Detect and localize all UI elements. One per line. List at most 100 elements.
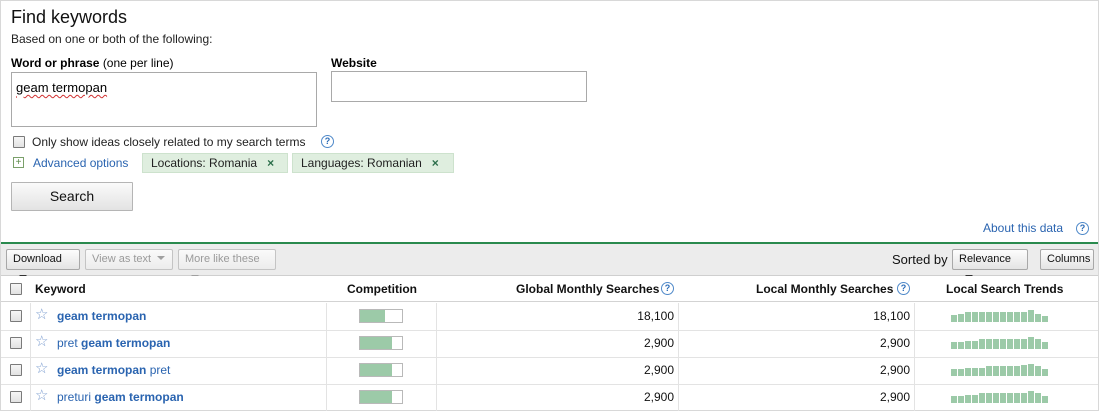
- trend-bar: [1014, 339, 1020, 349]
- global-monthly-searches: 2,900: [643, 390, 674, 404]
- website-input[interactable]: [331, 71, 587, 102]
- keyword-link[interactable]: pret geam termopan: [57, 336, 170, 350]
- view-as-text-button[interactable]: View as text: [85, 249, 173, 270]
- view-as-text-label: View as text: [92, 253, 152, 265]
- star-outline-icon[interactable]: ☆: [35, 359, 48, 377]
- trend-bar: [1000, 366, 1006, 376]
- local-search-trend-chart: [951, 364, 1051, 376]
- competition-fill: [360, 310, 385, 322]
- only-related-checkbox[interactable]: [13, 136, 25, 148]
- trend-bar: [979, 312, 985, 322]
- keyword-suffix: pret: [146, 363, 171, 377]
- column-header-local-trends[interactable]: Local Search Trends: [946, 282, 1063, 296]
- competition-bar: [359, 309, 403, 323]
- keyword-textarea[interactable]: geam termopan: [11, 72, 317, 127]
- trend-bar: [1021, 312, 1027, 322]
- help-icon[interactable]: ?: [1076, 222, 1089, 235]
- row-divider: [1, 384, 1098, 385]
- keyword-link[interactable]: geam termopan pret: [57, 363, 170, 377]
- trend-bar: [993, 393, 999, 403]
- sort-select[interactable]: Relevance: [952, 249, 1028, 279]
- filter-pill-language: Languages: Romanian ×: [292, 153, 454, 173]
- column-header-competition[interactable]: Competition: [347, 282, 417, 296]
- local-search-trend-chart: [951, 337, 1051, 349]
- trend-bar: [993, 312, 999, 322]
- chevron-down-icon: [157, 256, 166, 260]
- trend-bar: [993, 339, 999, 349]
- global-monthly-searches: 2,900: [643, 363, 674, 377]
- columns-button[interactable]: Columns: [1040, 249, 1094, 270]
- trend-bar: [1000, 339, 1006, 349]
- row-checkbox[interactable]: [10, 337, 22, 349]
- global-monthly-searches: 2,900: [643, 336, 674, 350]
- word-phrase-label: Word or phrase (one per line): [11, 56, 174, 70]
- competition-fill: [360, 391, 392, 403]
- trend-bar: [1007, 339, 1013, 349]
- trend-bar: [1014, 312, 1020, 322]
- page-subtitle: Based on one or both of the following:: [11, 32, 213, 46]
- trend-bar: [965, 395, 971, 403]
- trend-bar: [1014, 393, 1020, 403]
- search-button[interactable]: Search: [11, 182, 133, 211]
- keyword-match: geam termopan: [57, 363, 147, 377]
- more-like-these-button[interactable]: More like these: [178, 249, 276, 279]
- local-monthly-searches: 18,100: [873, 309, 910, 323]
- more-like-these-label: More like these: [185, 253, 260, 265]
- row-checkbox[interactable]: [10, 364, 22, 376]
- trend-bar: [1007, 393, 1013, 403]
- trend-bar: [986, 312, 992, 322]
- trend-bar: [1042, 342, 1048, 349]
- row-checkbox[interactable]: [10, 310, 22, 322]
- about-this-data-link[interactable]: About this data: [983, 221, 1063, 235]
- close-x-icon[interactable]: ×: [267, 156, 274, 170]
- competition-bar: [359, 390, 403, 404]
- trend-bar: [1000, 393, 1006, 403]
- sort-value: Relevance: [959, 253, 1011, 265]
- website-label: Website: [331, 56, 377, 70]
- keyword-match: geam termopan: [81, 336, 171, 350]
- row-checkbox[interactable]: [10, 391, 22, 403]
- local-search-trend-chart: [951, 310, 1051, 322]
- column-header-global-searches[interactable]: Global Monthly Searches: [516, 282, 659, 296]
- competition-fill: [360, 337, 392, 349]
- trend-bar: [958, 369, 964, 376]
- trend-bar: [1042, 316, 1048, 322]
- filter-pill-label: Languages: Romanian: [301, 156, 422, 170]
- trend-bar: [1028, 364, 1034, 376]
- trend-bar: [1035, 393, 1041, 403]
- expand-plus-icon[interactable]: +: [13, 157, 24, 168]
- trend-bar: [972, 395, 978, 403]
- trend-bar: [1028, 391, 1034, 403]
- advanced-options-link[interactable]: Advanced options: [33, 156, 128, 170]
- trend-bar: [986, 366, 992, 376]
- trend-bar: [965, 368, 971, 376]
- trend-bar: [1035, 314, 1041, 322]
- column-header-local-searches[interactable]: Local Monthly Searches: [756, 282, 893, 296]
- help-icon[interactable]: ?: [321, 135, 334, 148]
- row-divider: [1, 357, 1098, 358]
- local-monthly-searches: 2,900: [879, 363, 910, 377]
- keyword-prefix: preturi: [57, 390, 95, 404]
- keyword-match: geam termopan: [94, 390, 184, 404]
- star-outline-icon[interactable]: ☆: [35, 386, 48, 404]
- word-phrase-label-text: Word or phrase: [11, 56, 100, 70]
- trend-bar: [1021, 365, 1027, 376]
- trend-bar: [1035, 339, 1041, 349]
- help-icon[interactable]: ?: [661, 282, 674, 295]
- help-icon[interactable]: ?: [897, 282, 910, 295]
- keyword-textarea-value: geam termopan: [16, 80, 108, 95]
- select-all-checkbox[interactable]: [10, 283, 22, 295]
- column-header-keyword[interactable]: Keyword: [35, 282, 86, 296]
- competition-fill: [360, 364, 392, 376]
- trend-bar: [1000, 312, 1006, 322]
- keyword-link[interactable]: preturi geam termopan: [57, 390, 184, 404]
- close-x-icon[interactable]: ×: [432, 156, 439, 170]
- trend-bar: [1035, 366, 1041, 376]
- trend-bar: [979, 393, 985, 403]
- star-outline-icon[interactable]: ☆: [35, 305, 48, 323]
- trend-bar: [1021, 339, 1027, 349]
- download-label: Download: [13, 253, 62, 265]
- download-button[interactable]: Download: [6, 249, 80, 279]
- star-outline-icon[interactable]: ☆: [35, 332, 48, 350]
- keyword-link[interactable]: geam termopan: [57, 309, 146, 323]
